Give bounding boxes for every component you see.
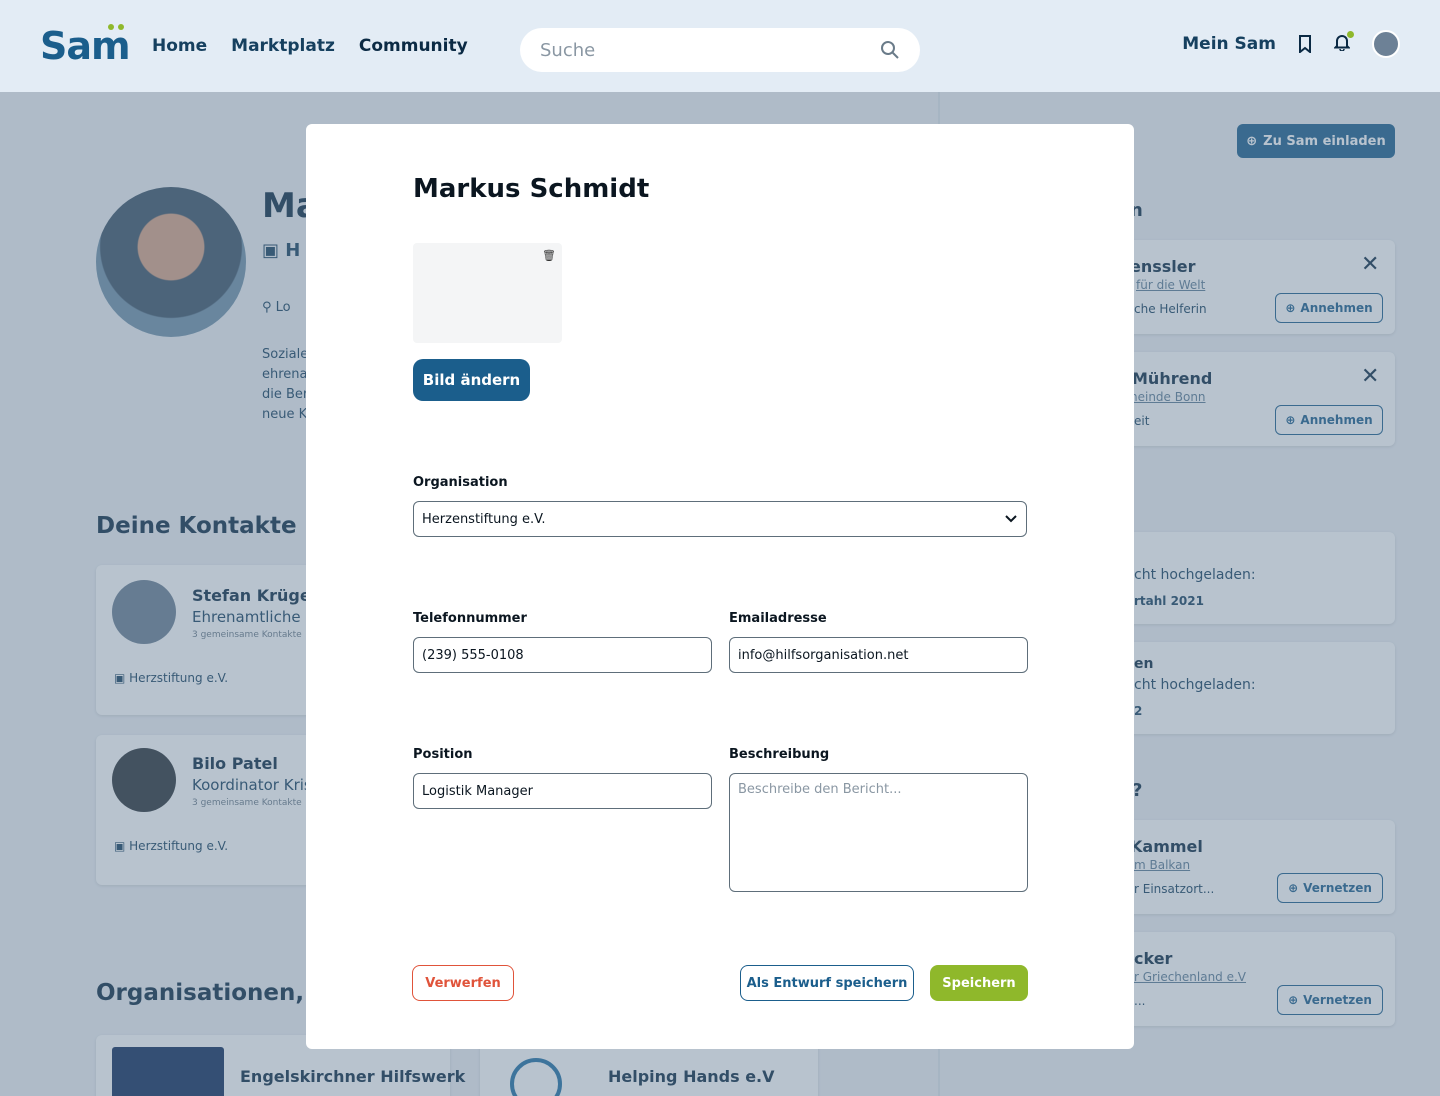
search-input[interactable]: Suche bbox=[520, 28, 920, 72]
user-nav: Mein Sam bbox=[1182, 30, 1400, 58]
phone-field[interactable]: (239) 555-0108 bbox=[413, 637, 712, 673]
edit-contact-modal: Markus Schmidt 🗑 Bild ändern Organisatio… bbox=[306, 124, 1134, 1049]
sam-logo[interactable]: Sam bbox=[40, 24, 131, 68]
bookmark-icon[interactable] bbox=[1298, 35, 1312, 53]
notification-dot bbox=[1347, 30, 1354, 38]
organisation-label: Organisation bbox=[413, 475, 508, 490]
description-textarea[interactable]: Beschreibe den Bericht... bbox=[729, 773, 1028, 892]
notification-bell[interactable] bbox=[1333, 30, 1354, 56]
email-label: Emailadresse bbox=[729, 611, 827, 626]
modal-title: Markus Schmidt bbox=[413, 174, 650, 204]
image-preview: 🗑 bbox=[413, 243, 562, 343]
trash-icon[interactable]: 🗑 bbox=[542, 249, 556, 262]
chevron-down-icon bbox=[1005, 515, 1017, 523]
logo-text: Sam bbox=[40, 24, 131, 68]
description-label: Beschreibung bbox=[729, 747, 830, 762]
organisation-value: Herzenstiftung e.V. bbox=[422, 511, 546, 527]
discard-button[interactable]: Verwerfen bbox=[412, 965, 514, 1001]
organisation-select[interactable]: Herzenstiftung e.V. bbox=[413, 501, 1027, 537]
save-draft-button[interactable]: Als Entwurf speichern bbox=[740, 965, 914, 1001]
user-avatar[interactable] bbox=[1372, 30, 1400, 58]
phone-label: Telefonnummer bbox=[413, 611, 527, 626]
search-placeholder: Suche bbox=[540, 39, 596, 61]
save-button[interactable]: Speichern bbox=[930, 965, 1028, 1001]
position-field[interactable]: Logistik Manager bbox=[413, 773, 712, 809]
nav-marktplatz[interactable]: Marktplatz bbox=[231, 36, 335, 56]
email-field[interactable]: info@hilfsorganisation.net bbox=[729, 637, 1028, 673]
position-label: Position bbox=[413, 747, 473, 762]
search-icon[interactable] bbox=[880, 40, 900, 60]
nav-community[interactable]: Community bbox=[359, 36, 468, 56]
nav-home[interactable]: Home bbox=[152, 36, 207, 56]
logo-dots bbox=[108, 24, 124, 30]
main-nav: Home Marktplatz Community bbox=[152, 36, 468, 56]
change-image-button[interactable]: Bild ändern bbox=[413, 359, 530, 401]
mein-sam-link[interactable]: Mein Sam bbox=[1182, 34, 1276, 54]
